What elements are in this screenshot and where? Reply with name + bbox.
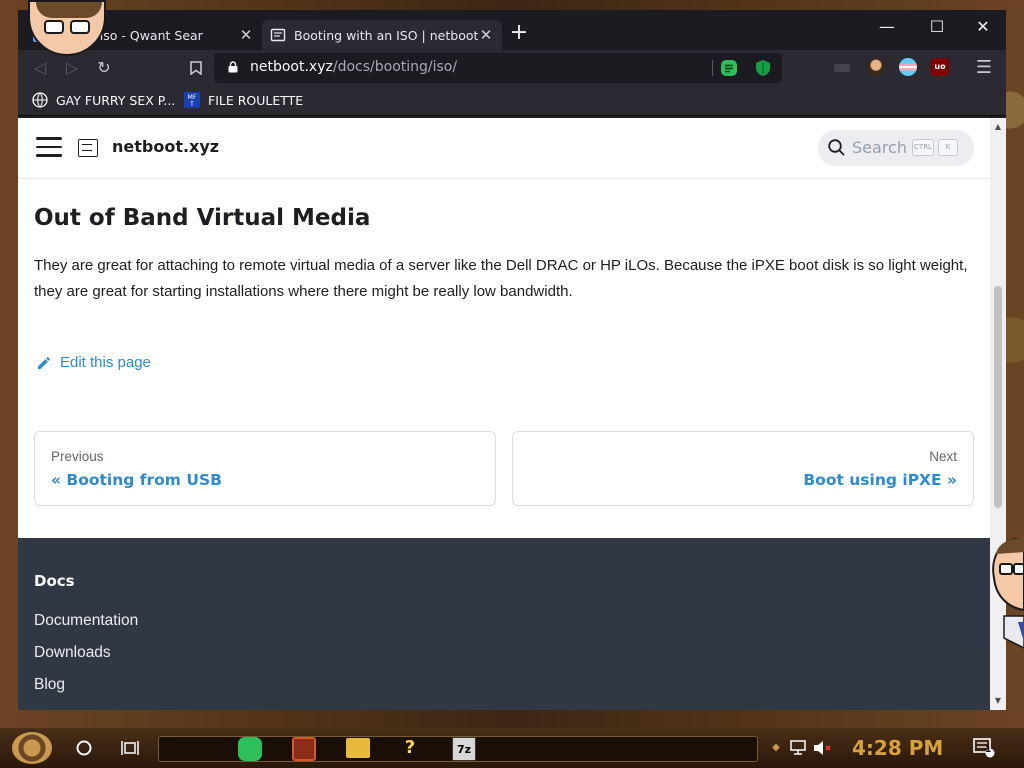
search-button[interactable]: Search CTRL K	[818, 130, 974, 166]
notification-count: 1	[985, 745, 992, 755]
network-icon[interactable]	[786, 736, 810, 760]
reload-icon[interactable]: ↻	[92, 56, 116, 80]
help-app-icon[interactable]: ?	[398, 736, 422, 760]
tab-netboot-iso[interactable]: Booting with an ISO | netboot.x ✕	[262, 20, 502, 50]
file-explorer-icon[interactable]	[346, 738, 370, 758]
k-key-hint: K	[938, 139, 958, 156]
browser-window: hybrid iso - Qwant Sear ✕ Booting with a…	[18, 10, 1006, 710]
globe-icon	[32, 92, 48, 108]
footer-title: Docs	[34, 572, 75, 590]
pagination-label: Boot using iPXE »	[803, 471, 957, 489]
pagination-previous[interactable]: Previous « Booting from USB	[34, 431, 496, 506]
ctrl-key-hint: CTRL	[912, 139, 934, 156]
menu-icon[interactable]: ☰	[972, 56, 996, 80]
shield-extension-icon[interactable]	[754, 59, 772, 77]
bookmark-item[interactable]: MF T FILE ROULETTE	[184, 92, 303, 108]
minimize-button[interactable]: —	[864, 14, 910, 40]
site-brand[interactable]: netboot.xyz	[112, 137, 219, 156]
extension-icon[interactable]	[834, 64, 850, 72]
svg-text:MF: MF	[188, 94, 197, 101]
section-paragraph: They are great for attaching to remote v…	[34, 257, 968, 300]
bookmark-item[interactable]: GAY FURRY SEX P...	[32, 92, 175, 108]
svg-text:T: T	[189, 101, 194, 108]
windows-taskbar: ? 7z ◆ 4:28 PM 1	[0, 728, 1024, 768]
task-view-icon[interactable]	[118, 736, 142, 760]
url-text: netboot.xyz/docs/booting/iso/	[250, 59, 457, 75]
bookmarks-toolbar: GAY FURRY SEX P... MF T FILE ROULETTE	[18, 86, 1006, 116]
ublock-icon[interactable]: uo	[931, 58, 949, 76]
bookmark-label: FILE ROULETTE	[208, 92, 304, 108]
pagination-label: « Booting from USB	[51, 471, 222, 489]
tab-close-icon[interactable]: ✕	[478, 26, 494, 44]
7zip-app-icon[interactable]: 7z	[452, 737, 476, 761]
speech-extension-icon[interactable]	[720, 59, 738, 77]
new-tab-button[interactable]: +	[508, 22, 530, 45]
speech-app-icon[interactable]	[238, 737, 262, 761]
system-clock[interactable]: 4:28 PM	[852, 736, 943, 760]
maximize-button[interactable]: ☐	[914, 14, 960, 40]
address-bar[interactable]: netboot.xyz/docs/booting/iso/	[214, 53, 782, 83]
scroll-up-icon[interactable]: ▲	[994, 122, 1002, 131]
url-separator	[712, 60, 713, 76]
url-path: /docs/booting/iso/	[332, 59, 458, 75]
pagination-next[interactable]: Next Boot using iPXE »	[512, 431, 974, 506]
footer-link-documentation[interactable]: Documentation	[34, 612, 138, 630]
footer-link-downloads[interactable]: Downloads	[34, 644, 111, 662]
volume-muted-icon[interactable]	[810, 736, 834, 760]
back-arrow-icon[interactable]: ◁	[28, 56, 52, 80]
forward-arrow-icon[interactable]: ▷	[60, 56, 84, 80]
section-heading: Out of Band Virtual Media	[34, 205, 371, 231]
avatar-extension-icon[interactable]	[867, 58, 885, 76]
notification-center-icon[interactable]	[972, 736, 996, 760]
tray-overflow-icon[interactable]: ◆	[764, 736, 788, 760]
flag-extension-icon[interactable]	[899, 58, 917, 76]
bookmark-label: GAY FURRY SEX P...	[56, 92, 176, 108]
navigation-toolbar: ◁ ▷ ↻ netboot.xyz/docs/booting/iso/ uo ☰	[18, 50, 1006, 86]
film-app-icon[interactable]	[292, 737, 316, 761]
pencil-icon	[38, 356, 50, 369]
tab-close-icon[interactable]: ✕	[238, 26, 254, 44]
pagination-sublabel: Next	[929, 449, 957, 464]
netboot-favicon-icon	[270, 28, 286, 42]
url-host: netboot.xyz	[250, 59, 333, 75]
netboot-logo-icon[interactable]	[78, 139, 98, 157]
hamburger-menu-icon[interactable]	[36, 137, 62, 157]
scroll-down-icon[interactable]: ▼	[994, 696, 1002, 705]
search-icon	[828, 139, 845, 156]
tab-title: Booting with an ISO | netboot.x	[294, 27, 478, 43]
start-button[interactable]	[12, 732, 52, 764]
mft-icon: MFT	[184, 92, 200, 108]
site-navbar: netboot.xyz Search CTRL K	[18, 118, 990, 179]
scrollbar-thumb[interactable]	[994, 286, 1002, 508]
footer-link-blog[interactable]: Blog	[34, 676, 65, 694]
edit-page-link[interactable]: Edit this page	[36, 354, 151, 371]
pagination-sublabel: Previous	[51, 449, 104, 464]
close-window-button[interactable]: ✕	[960, 14, 1006, 40]
cartoon-face-image	[992, 538, 1024, 649]
edit-page-label: Edit this page	[60, 354, 151, 371]
lock-icon	[228, 61, 238, 73]
cortana-icon[interactable]	[72, 736, 96, 760]
tab-strip: hybrid iso - Qwant Sear ✕ Booting with a…	[18, 10, 1006, 50]
bookmark-icon[interactable]	[184, 56, 208, 80]
web-page: netboot.xyz Search CTRL K Out of Band Vi…	[18, 118, 990, 710]
search-placeholder: Search	[852, 138, 907, 157]
site-footer: Docs Documentation Downloads Blog	[18, 538, 990, 710]
